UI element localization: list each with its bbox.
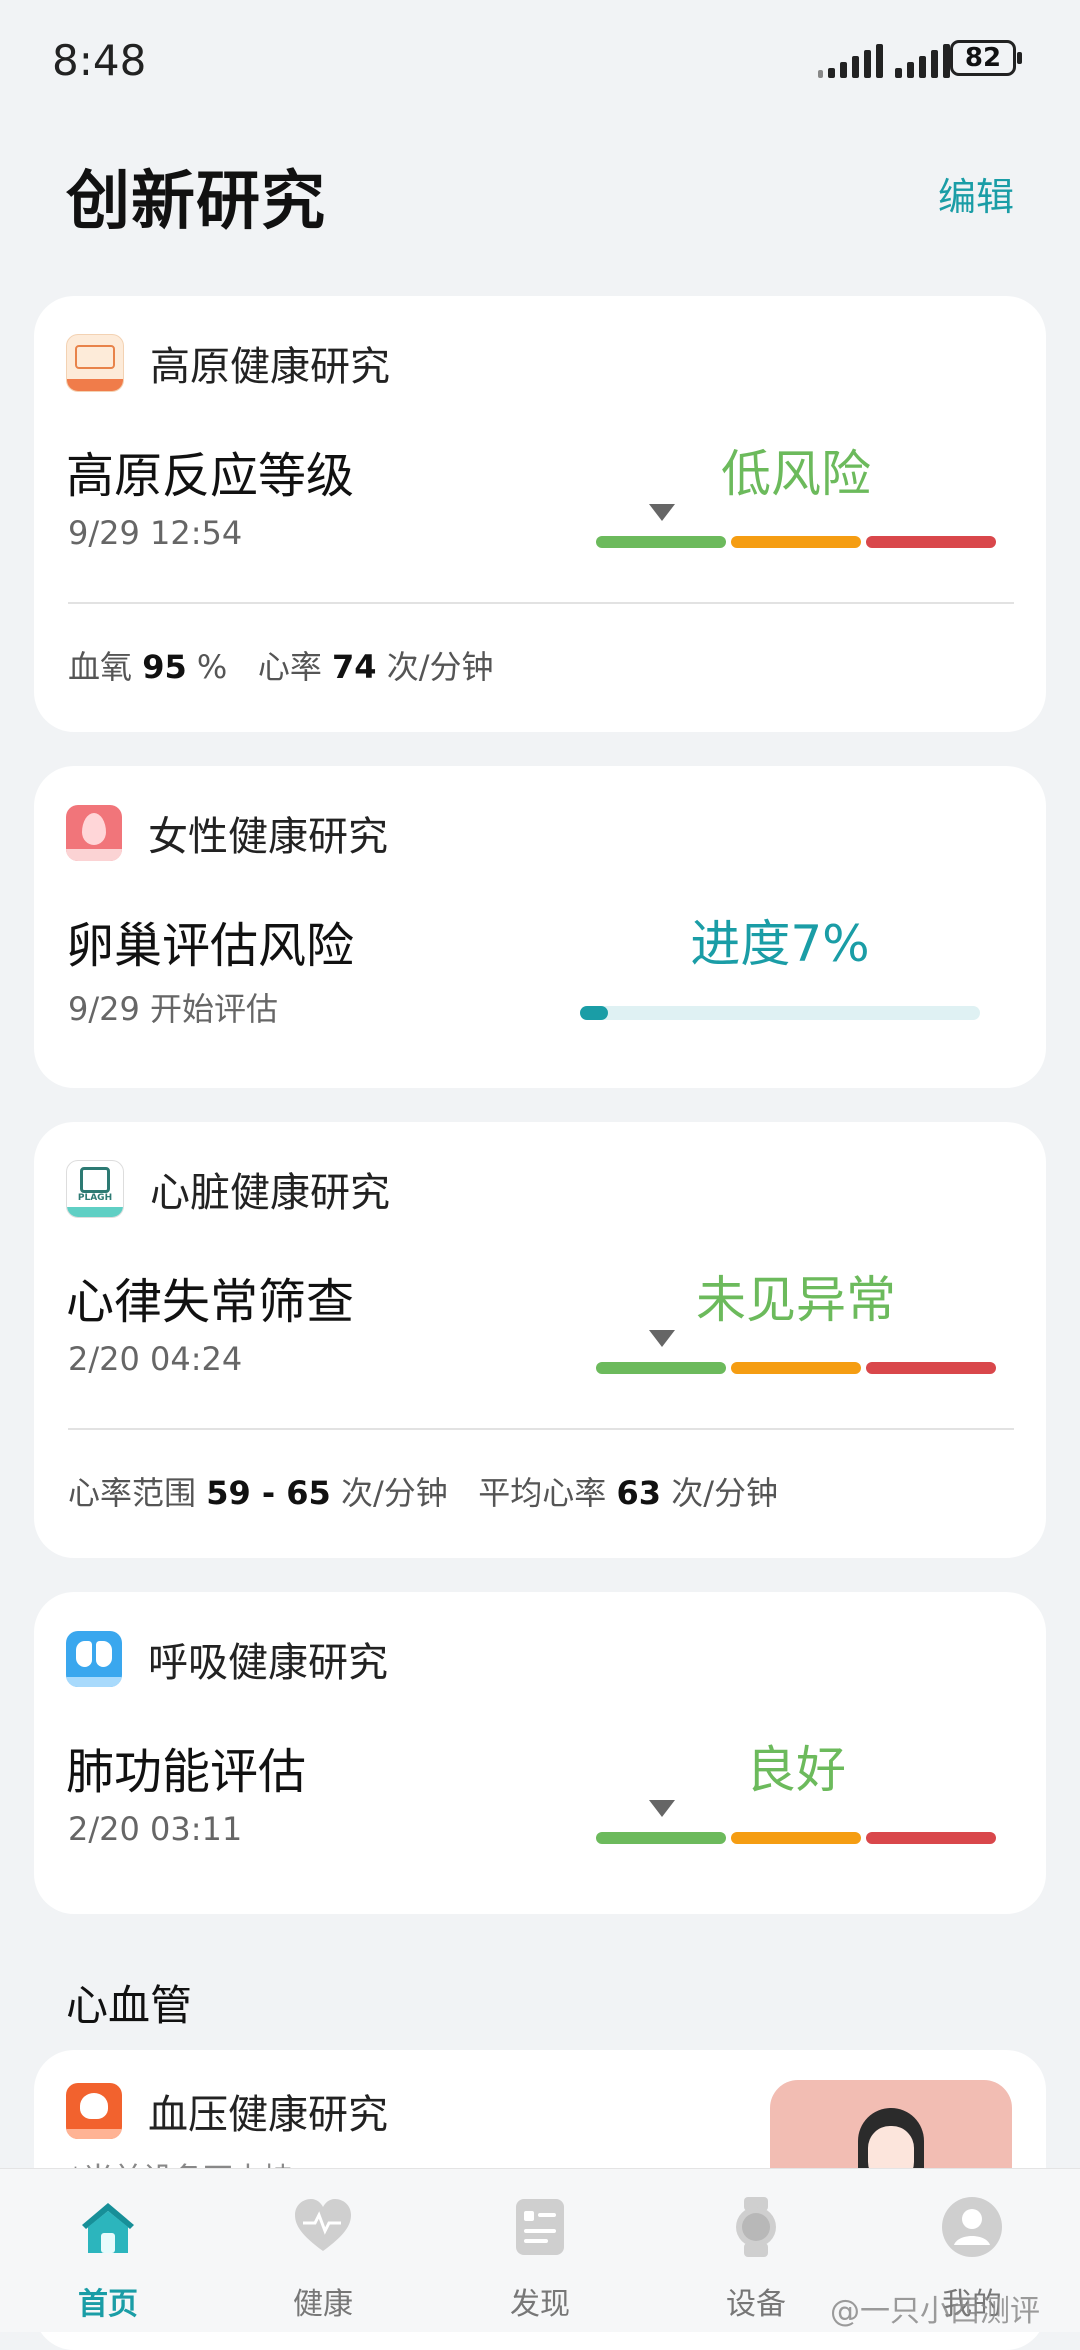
metric-time: 9/29 开始评估 [68, 990, 279, 1028]
risk-segment-low [596, 1832, 726, 1844]
card-respiratory-health[interactable]: 呼吸健康研究 肺功能评估 2/20 03:11 良好 [34, 1592, 1046, 1914]
stat-unit: 次/分钟 [340, 1474, 448, 1512]
risk-segment-low [596, 536, 726, 548]
stat-value: 63 [616, 1474, 662, 1512]
result-label: 良好 [746, 1741, 846, 1799]
card-category: 心脏健康研究 [150, 1170, 390, 1216]
card-header: 血压健康研究 [66, 2082, 388, 2140]
metric-title: 卵巢评估风险 [66, 918, 355, 974]
heart-study-icon-text: PLAGH [77, 1193, 113, 1203]
stat-unit: 次/分钟 [671, 1474, 778, 1512]
metric-title: 心律失常筛查 [66, 1274, 355, 1330]
card-header: PLAGH 心脏健康研究 [66, 1160, 390, 1218]
risk-segment-medium [731, 1362, 861, 1374]
cellular-signal-icon-2 [895, 40, 950, 78]
tab-health[interactable]: 健康 [253, 2195, 393, 2323]
card-header: 高原健康研究 [66, 334, 390, 392]
heart-pulse-icon [291, 2195, 355, 2259]
stat-value: 74 [332, 648, 377, 686]
edit-button[interactable]: 编辑 [938, 166, 1014, 221]
tab-label: 首页 [78, 2287, 138, 2322]
status-bar: 8:48 82 [0, 0, 1080, 120]
watch-icon [724, 2195, 788, 2259]
tab-discover[interactable]: 发现 [470, 2195, 610, 2323]
tab-label: 发现 [510, 2287, 570, 2322]
stat-label: 血氧 [68, 648, 133, 686]
metric-time: 9/29 12:54 [68, 514, 243, 552]
metric-title: 肺功能评估 [66, 1744, 307, 1800]
result-label: 低风险 [721, 445, 871, 503]
card-heart-health[interactable]: PLAGH 心脏健康研究 心律失常筛查 2/20 04:24 未见异常 心率范围… [34, 1122, 1046, 1558]
card-category: 血压健康研究 [148, 2092, 388, 2138]
risk-scale-bar [596, 1362, 996, 1374]
altitude-study-icon [66, 334, 124, 392]
card-divider [68, 602, 1014, 604]
progress-label: 进度7% [690, 915, 870, 973]
section-title-cardiovascular: 心血管 [66, 1981, 193, 2030]
weibo-watermark: @一只小西测评 [830, 2294, 1040, 2329]
home-icon [76, 2195, 140, 2259]
page-title: 创新研究 [66, 165, 326, 239]
lungs-study-icon [66, 1631, 122, 1687]
card-footer-stats: 血氧 95 % 心率 74 次/分钟 [68, 642, 494, 688]
progress-fill [580, 1006, 608, 1020]
stat-value: 95 [142, 648, 187, 686]
tab-label: 设备 [726, 2287, 786, 2322]
profile-icon [940, 2195, 1004, 2259]
stat-value: 59 - 65 [206, 1474, 331, 1512]
risk-segment-low [596, 1362, 726, 1374]
metric-time: 2/20 03:11 [68, 1810, 243, 1848]
risk-segment-high [866, 1362, 996, 1374]
battery-icon: 82 [950, 40, 1022, 76]
risk-marker-icon [649, 504, 675, 521]
tab-devices[interactable]: 设备 [686, 2195, 826, 2323]
status-time: 8:48 [52, 36, 147, 85]
risk-marker-icon [649, 1800, 675, 1817]
risk-segment-high [866, 536, 996, 548]
risk-marker-icon [649, 1330, 675, 1347]
cellular-signal-icon-1 [818, 40, 883, 78]
discover-icon [508, 2195, 572, 2259]
card-category: 高原健康研究 [150, 344, 390, 390]
blood-pressure-study-icon [66, 2083, 122, 2139]
stat-label: 平均心率 [478, 1474, 607, 1512]
card-header: 女性健康研究 [66, 804, 388, 862]
risk-segment-medium [731, 1832, 861, 1844]
risk-scale-bar [596, 1832, 996, 1844]
card-category: 女性健康研究 [148, 814, 388, 860]
metric-time: 2/20 04:24 [68, 1340, 243, 1378]
risk-scale-bar [596, 536, 996, 548]
card-category: 呼吸健康研究 [148, 1640, 388, 1686]
female-study-icon [66, 805, 122, 861]
card-altitude-health[interactable]: 高原健康研究 高原反应等级 9/29 12:54 低风险 血氧 95 % 心率 … [34, 296, 1046, 732]
card-divider [68, 1428, 1014, 1430]
metric-title: 高原反应等级 [66, 448, 355, 504]
tab-label: 健康 [293, 2287, 353, 2322]
stat-unit: 次/分钟 [386, 648, 494, 686]
heart-study-icon: PLAGH [66, 1160, 124, 1218]
card-female-health[interactable]: 女性健康研究 卵巢评估风险 9/29 开始评估 进度7% [34, 766, 1046, 1088]
card-header: 呼吸健康研究 [66, 1630, 388, 1688]
stat-label: 心率 [257, 648, 322, 686]
card-footer-stats: 心率范围 59 - 65 次/分钟 平均心率 63 次/分钟 [68, 1468, 778, 1514]
risk-segment-high [866, 1832, 996, 1844]
stat-label: 心率范围 [68, 1474, 197, 1512]
stat-unit: % [196, 648, 228, 686]
risk-segment-medium [731, 536, 861, 548]
tab-home[interactable]: 首页 [38, 2195, 178, 2323]
result-label: 未见异常 [696, 1271, 896, 1329]
progress-bar [580, 1006, 980, 1020]
